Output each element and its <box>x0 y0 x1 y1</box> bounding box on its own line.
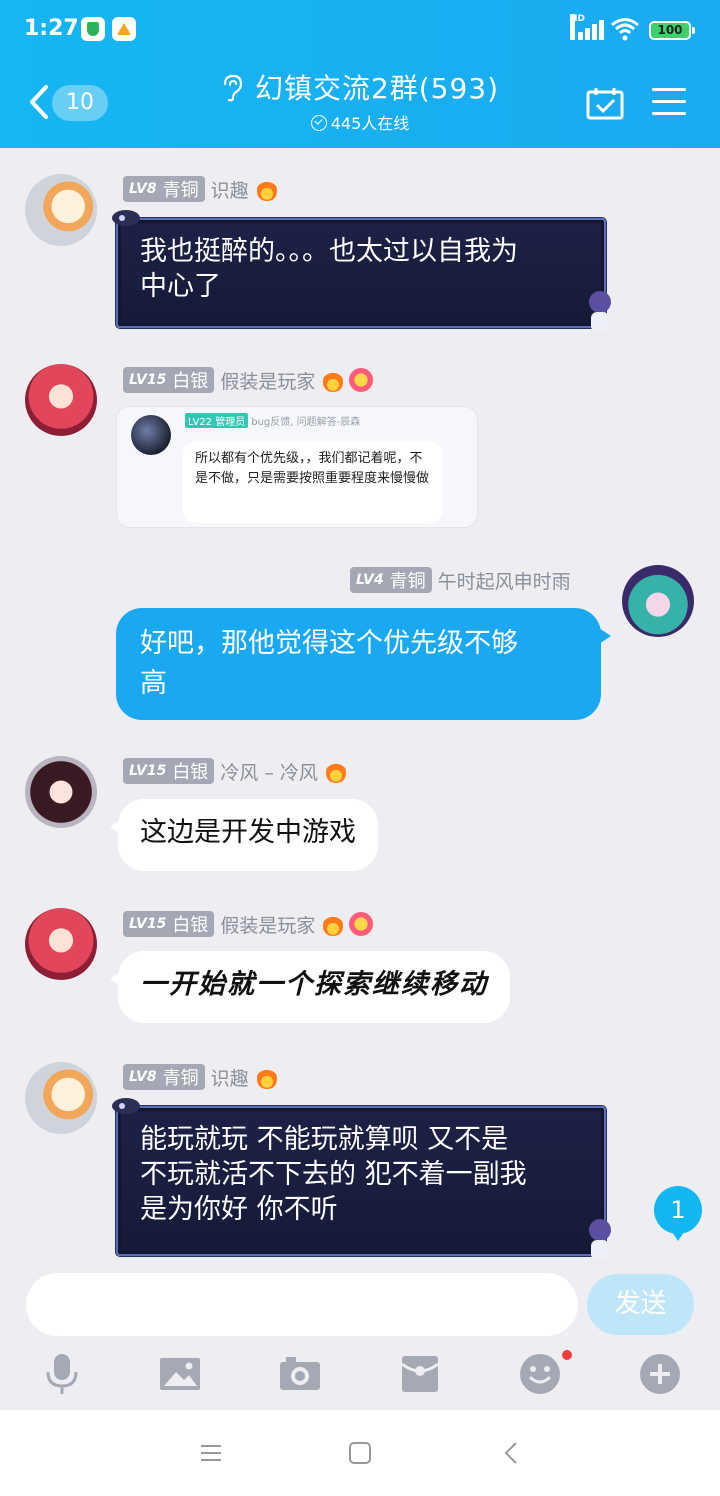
ear-icon <box>221 74 243 102</box>
drive-app-icon <box>112 17 136 41</box>
message-meta: LV15 白银 假装是玩家 <box>123 366 374 394</box>
chat-title-area[interactable]: 幻镇交流2群(593) 445人在线 <box>160 70 560 134</box>
sender-name: 假装是玩家 <box>220 370 316 393</box>
sender-name: 识趣 <box>210 179 249 202</box>
new-message-indicator[interactable]: 1 <box>654 1186 702 1241</box>
home-icon[interactable] <box>349 1442 371 1464</box>
sender-name: 假装是玩家 <box>220 914 316 937</box>
plus-icon[interactable] <box>638 1352 682 1396</box>
message-bubble[interactable]: 这边是开发中游戏 <box>110 799 378 871</box>
image-message[interactable]: LV22 管理员 bug反馈, 问题解答-辰森 所以都有个优先级，，我们都记着呢，… <box>116 406 478 528</box>
level-badge: LV8 青铜 <box>123 1064 205 1090</box>
message-meta: LV8 青铜 识趣 <box>123 175 277 203</box>
fire-icon <box>256 1065 277 1089</box>
level-badge: LV15 白银 <box>123 758 215 784</box>
chat-header: 1:27 HD 100 10 幻镇交流2群(593) 445人在线 <box>0 0 720 148</box>
quoted-avatar <box>131 415 171 455</box>
online-check-icon <box>310 115 327 131</box>
calendar-check-icon[interactable] <box>586 86 624 120</box>
sender-name: 午时起风申时雨 <box>437 570 571 593</box>
unread-count-badge[interactable]: 10 <box>52 85 108 121</box>
online-count: 445人在线 <box>330 114 410 133</box>
message-bubble[interactable]: 我也挺醉的。。。也太过以自我为 中心了 <box>116 218 606 328</box>
send-button[interactable]: 发送 <box>587 1274 694 1335</box>
fire-icon <box>325 759 346 783</box>
menu-icon[interactable] <box>652 86 686 116</box>
emoji-icon[interactable] <box>518 1352 562 1396</box>
signal-icon: HD <box>570 14 604 42</box>
input-bar: 发送 <box>0 1260 720 1410</box>
message-bubble[interactable]: 能玩就玩 不能玩就算呗 又不是 不玩就活不下去的 犯不着一副我 是为你好 你不听 <box>116 1106 606 1256</box>
avatar[interactable] <box>25 364 97 436</box>
avatar[interactable] <box>25 1062 97 1134</box>
message-meta: LV4 青铜 午时起风申时雨 <box>350 566 571 594</box>
chibi-sticker-icon <box>580 1216 620 1260</box>
sender-name: 冷风 – 冷风 <box>220 761 318 784</box>
message-meta: LV15 白银 假装是玩家 <box>123 910 374 938</box>
fire-icon <box>323 912 344 936</box>
quoted-meta: LV22 管理员 bug反馈, 问题解答-辰森 <box>185 413 360 428</box>
level-badge: LV15 白银 <box>123 911 215 937</box>
battery-icon: 100 <box>649 21 695 40</box>
chat-title: 幻镇交流2群(593) <box>254 72 500 105</box>
message-bubble[interactable]: 一开始就一个探索继续移动 <box>110 951 510 1023</box>
avatar[interactable] <box>622 565 694 637</box>
flower-icon <box>349 368 374 392</box>
camera-icon[interactable] <box>278 1352 322 1396</box>
message-meta: LV15 白银 冷风 – 冷风 <box>123 757 346 785</box>
chibi-sticker-icon <box>580 288 620 332</box>
level-badge: LV4 青铜 <box>350 567 432 593</box>
level-badge: LV15 白银 <box>123 367 215 393</box>
image-icon[interactable] <box>158 1352 202 1396</box>
message-bubble[interactable]: 好吧，那他觉得这个优先级不够 高 <box>116 608 611 720</box>
mic-icon[interactable] <box>40 1352 84 1396</box>
bubble-decoration-icon <box>108 1094 148 1134</box>
avatar[interactable] <box>25 908 97 980</box>
message-list[interactable]: LV8 青铜 识趣 我也挺醉的。。。也太过以自我为 中心了 LV15 白银 假装是玩… <box>0 148 720 1260</box>
status-bar: 1:27 HD 100 <box>0 0 720 60</box>
avatar[interactable] <box>25 174 97 246</box>
status-time: 1:27 <box>24 16 79 41</box>
wifi-icon <box>610 16 640 42</box>
back-nav-icon[interactable] <box>503 1441 519 1465</box>
bubble-decoration-icon <box>108 206 148 246</box>
message-meta: LV8 青铜 识趣 <box>123 1063 277 1091</box>
avatar[interactable] <box>25 756 97 828</box>
security-app-icon <box>81 17 105 41</box>
flower-icon <box>349 912 374 936</box>
quoted-text: 所以都有个优先级，，我们都记着呢，不是不做，只是需要按照重要程度来慢慢做 <box>183 441 443 523</box>
message-input[interactable] <box>26 1273 578 1336</box>
system-navigation-bar <box>0 1410 720 1496</box>
fire-icon <box>256 177 277 201</box>
notification-dot <box>562 1350 572 1360</box>
fire-icon <box>323 368 344 392</box>
network-type: HD <box>570 14 585 40</box>
level-badge: LV8 青铜 <box>123 176 205 202</box>
recents-icon[interactable] <box>200 1442 222 1464</box>
sender-name: 识趣 <box>210 1067 249 1090</box>
red-packet-icon[interactable] <box>398 1352 442 1396</box>
